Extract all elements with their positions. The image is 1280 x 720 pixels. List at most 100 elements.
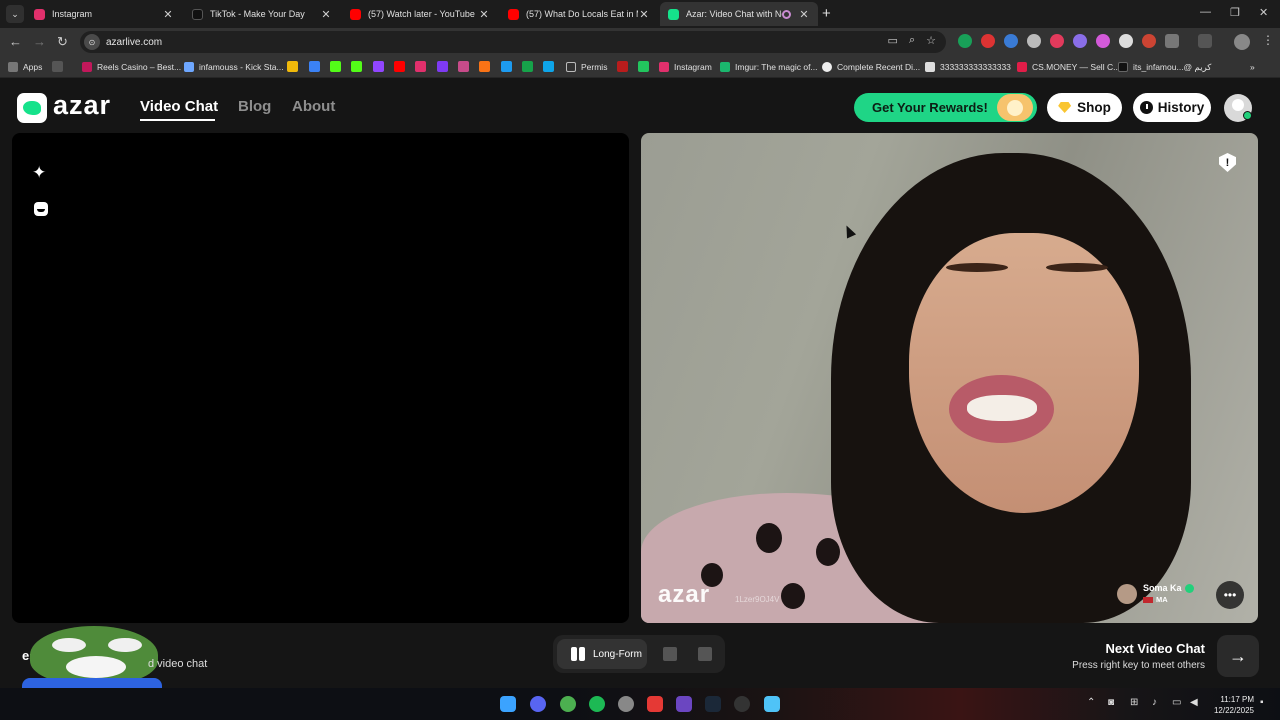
notifications-icon[interactable]: ▪ [1260,697,1264,708]
nav-video-chat[interactable]: Video Chat [140,98,218,115]
network-icon[interactable]: ▭ [1172,697,1181,708]
face-filter-icon[interactable] [34,202,48,216]
instagram-icon[interactable] [415,61,426,72]
close-tab-icon[interactable]: ✕ [320,8,332,21]
maximize-icon[interactable]: ❐ [1230,6,1240,19]
messenger-icon[interactable] [501,61,512,72]
next-arrow-button[interactable]: → [1217,635,1259,677]
stacked-layout-icon[interactable] [663,647,677,661]
steam-icon[interactable] [705,696,721,712]
partner-avatar[interactable] [1117,583,1137,604]
extension-icon[interactable] [1050,34,1064,48]
app-icon[interactable] [647,696,663,712]
tray-overflow-icon[interactable]: ⌃ [1087,697,1095,708]
zoom-icon[interactable]: ⌕ [909,34,915,47]
extension-icon[interactable] [1142,34,1156,48]
long-form-mode-button[interactable]: Long-Form [557,639,647,669]
bookmark-icon[interactable] [309,61,320,72]
more-bookmarks-icon[interactable]: » [1250,60,1255,74]
bookmark-icon[interactable] [479,61,490,72]
youtube-icon[interactable] [394,61,405,72]
bookmark-333[interactable]: 333333333333333 [925,60,1011,74]
extension-icon[interactable] [1096,34,1110,48]
extension-icon[interactable] [1073,34,1087,48]
discord-tray-icon[interactable]: ◙ [1108,697,1114,708]
bookmark-csmoney[interactable]: CS.MONEY — Sell C... [1017,60,1120,74]
chat-bubble-icon[interactable]: ••• [1216,581,1244,609]
microphone-icon[interactable]: ♪ [1152,697,1157,708]
nav-blog[interactable]: Blog [238,98,271,115]
reading-list-icon[interactable] [1198,34,1212,48]
partner-info[interactable]: Soma Ka MA [1117,583,1194,604]
obs-icon[interactable] [618,696,634,712]
new-tab-icon[interactable]: + [822,5,831,22]
forward-icon[interactable]: → [33,34,46,49]
bookmark-icon[interactable] [543,61,554,72]
address-bar[interactable]: ⊙ azarlive.com ▭ ⌕ ☆ [80,31,946,53]
history-button[interactable]: History [1133,93,1211,122]
bookmark-kick[interactable]: infamouss - Kick Sta... [184,60,284,74]
bookmark-icon[interactable] [437,61,448,72]
volume-icon[interactable]: ◀ [1190,697,1198,708]
close-tab-icon[interactable]: ✕ [478,8,490,21]
bookmark-tiktok[interactable]: its_infamou...@ کریم [1118,60,1211,74]
grid-layout-icon[interactable] [698,647,712,661]
bookmark-icon[interactable] [617,61,628,72]
bookmark-imgur[interactable]: Imgur: The magic of... [720,60,818,74]
tab-youtube-locals[interactable]: (57) What Do Locals Eat in Mor ✕ [500,2,658,26]
bookmark-icon[interactable] [522,61,533,72]
bookmark-star-icon[interactable]: ☆ [926,34,936,47]
shop-button[interactable]: Shop [1047,93,1122,122]
app-icon[interactable] [734,696,750,712]
binance-icon[interactable] [287,61,298,72]
spotify-icon[interactable] [589,696,605,712]
close-tab-icon[interactable]: ✕ [638,8,650,21]
minimize-icon[interactable]: — [1200,6,1211,18]
twitch-icon[interactable] [373,61,384,72]
bookmark-folder-permis[interactable]: Permis [566,60,607,74]
windows-start-icon[interactable] [500,696,516,712]
extension-icon[interactable] [1004,34,1018,48]
chrome-icon[interactable] [560,696,576,712]
extension-icon[interactable] [1027,34,1041,48]
gmail-icon[interactable] [458,61,469,72]
bookmark-instagram[interactable]: Instagram [659,60,712,74]
extension-icon[interactable] [1119,34,1133,48]
back-icon[interactable]: ← [9,34,22,49]
tab-instagram[interactable]: Instagram ✕ [26,2,182,26]
azar-logo-text[interactable]: azar [53,90,111,121]
nav-about[interactable]: About [292,98,335,115]
app-icon[interactable] [676,696,692,712]
extension-icon[interactable] [981,34,995,48]
azar-logo-icon[interactable] [17,93,47,123]
system-clock[interactable]: 11:17 PM 12/22/2025 [1208,694,1254,716]
close-window-icon[interactable]: ✕ [1259,6,1268,19]
tab-tiktok[interactable]: TikTok - Make Your Day ✕ [184,2,340,26]
cast-icon[interactable]: ▭ [888,34,898,47]
site-info-icon[interactable]: ⊙ [84,34,100,50]
kick-k-icon[interactable] [330,61,341,72]
get-rewards-button[interactable]: Get Your Rewards! [854,93,1037,122]
tab-search-icon[interactable]: ⌄ [6,5,24,23]
menu-icon[interactable]: ⋮ [1262,33,1274,47]
app-icon[interactable] [764,696,780,712]
tray-icon[interactable]: ⊞ [1130,697,1138,708]
close-tab-icon[interactable]: ✕ [798,8,810,21]
tab-azar[interactable]: Azar: Video Chat with New ✕ [660,2,818,26]
tab-youtube-watch-later[interactable]: (57) Watch later - YouTube ✕ [342,2,498,26]
profile-avatar[interactable] [1234,34,1250,50]
bookmark-apps[interactable]: Apps [8,60,42,74]
extensions-puzzle-icon[interactable] [1165,34,1179,48]
url-text[interactable]: azarlive.com [106,37,162,48]
bookmark-reels[interactable]: Reels Casino – Best... [82,60,181,74]
discord-icon[interactable] [530,696,546,712]
reload-icon[interactable]: ↻ [57,34,68,50]
sparkle-effects-icon[interactable]: ✦ [32,163,46,183]
bookmark-github[interactable]: Complete Recent Di... [822,60,920,74]
report-icon[interactable]: ! [1219,153,1236,172]
extension-icon[interactable] [958,34,972,48]
chart-icon[interactable] [638,61,649,72]
kick-k-icon[interactable] [351,61,362,72]
grid-icon[interactable] [52,61,63,72]
close-tab-icon[interactable]: ✕ [162,8,174,21]
